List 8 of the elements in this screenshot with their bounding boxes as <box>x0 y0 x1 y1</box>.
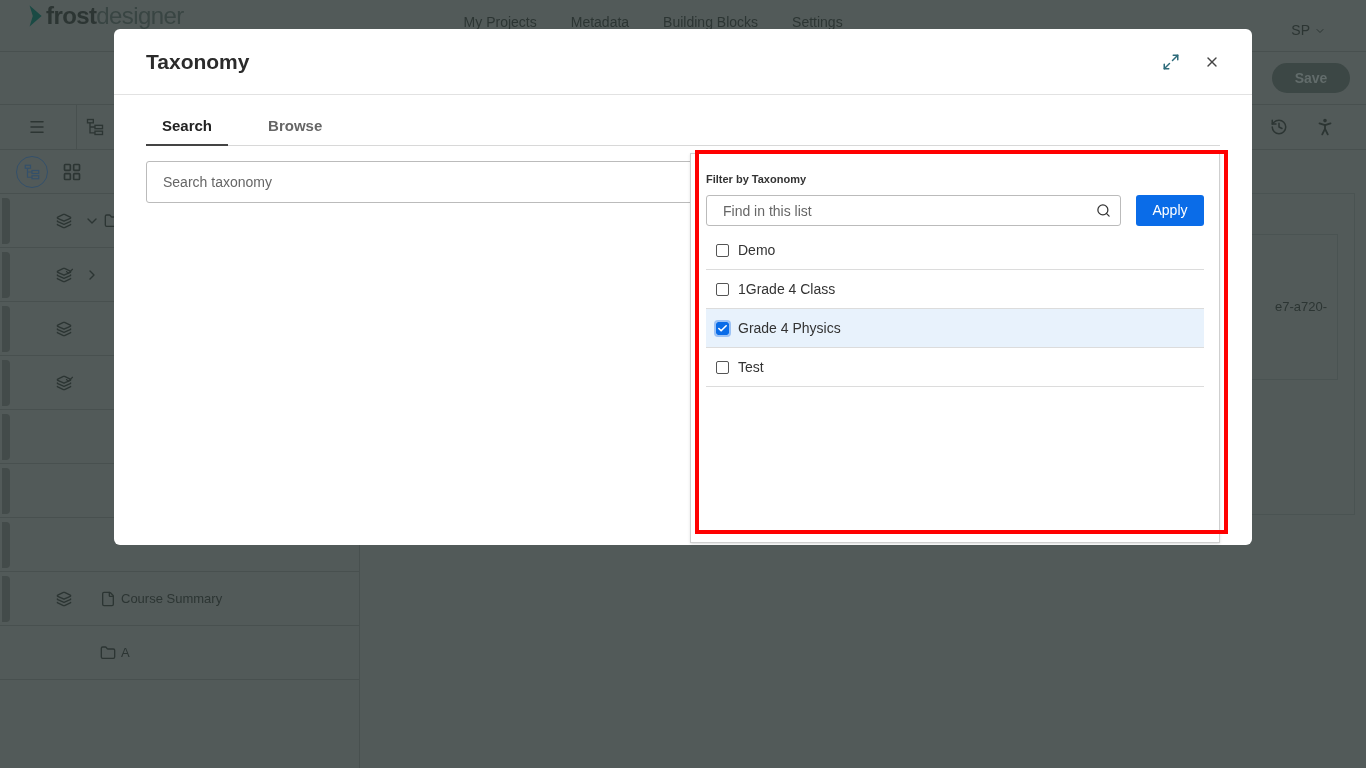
tab[interactable]: Browse <box>252 115 339 146</box>
taxonomy-option[interactable]: Test <box>706 348 1204 387</box>
dialog-title: Taxonomy <box>146 48 250 75</box>
tab[interactable]: Search <box>146 115 229 146</box>
taxonomy-option[interactable]: Demo <box>706 231 1204 270</box>
find-field[interactable]: Find in this list <box>706 195 1121 226</box>
filter-title: Filter by Taxonomy <box>706 171 808 187</box>
apply-button[interactable]: Apply <box>1136 195 1204 226</box>
